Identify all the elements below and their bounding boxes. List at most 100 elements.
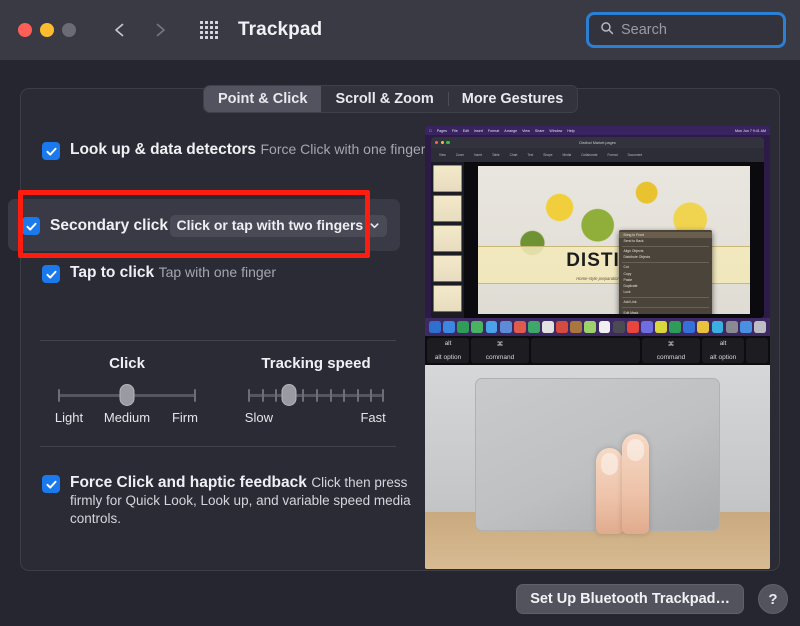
toolbar-item: Document <box>627 153 643 157</box>
setting-title-force-click: Force Click and haptic feedback <box>70 474 307 491</box>
preview-menu-bar:  Pages File Edit Insert Format Arrange … <box>425 126 770 135</box>
gesture-preview-video[interactable]:  Pages File Edit Insert Format Arrange … <box>425 126 770 569</box>
preview-window-title-bar: Distinct Market.pages <box>431 137 764 148</box>
slider-scale-tracking-speed: Slow Fast <box>245 410 386 428</box>
search-input[interactable] <box>621 22 775 38</box>
popup-label-secondary-click: Click or tap with two fingers <box>176 217 364 233</box>
setting-text-secondary-click: Secondary click Click or tap with two fi… <box>50 213 388 237</box>
tick <box>356 389 359 402</box>
zoom-button[interactable] <box>62 23 76 37</box>
slider-track-click[interactable] <box>58 384 196 406</box>
checkbox-secondary-click[interactable] <box>22 217 40 235</box>
preview-document-page: DISTINCT Home-style preparations for you… <box>478 166 750 314</box>
preview-trackpad-surface <box>475 378 720 534</box>
tick <box>329 389 332 402</box>
toolbar-item: Media <box>562 153 572 157</box>
help-button[interactable]: ? <box>758 584 788 614</box>
menu-item: Edit <box>460 128 469 133</box>
toolbar-item: Format <box>607 153 618 157</box>
setting-row-force-click[interactable]: Force Click and haptic feedback Click th… <box>20 473 412 528</box>
popup-look-up[interactable]: Force Click with one finger <box>260 141 441 157</box>
menu-item: File <box>449 128 458 133</box>
tab-bar: Point & Click Scroll & Zoom More Gesture… <box>203 85 579 113</box>
tick <box>316 389 318 402</box>
slider-track-tracking-speed[interactable] <box>248 384 384 406</box>
popup-secondary-click[interactable]: Click or tap with two fingers <box>169 215 388 237</box>
tick <box>382 389 384 402</box>
slider-scale-click: Light Medium Firm <box>55 410 198 428</box>
preview-document-canvas: DISTINCT Home-style preparations for you… <box>464 162 764 318</box>
toolbar-item: Table <box>492 153 500 157</box>
show-all-grid-icon[interactable] <box>198 19 220 41</box>
key-arrow <box>746 338 768 363</box>
tab-more-gestures[interactable]: More Gestures <box>447 86 578 112</box>
toolbar-item: Shape <box>543 153 553 157</box>
preview-laptop-deck <box>425 365 770 569</box>
setting-text-tap-to-click: Tap to click Tap with one finger <box>70 263 276 282</box>
setting-title-look-up: Look up & data detectors <box>70 141 257 158</box>
back-chevron-icon[interactable] <box>112 22 128 38</box>
close-button[interactable] <box>18 23 32 37</box>
slider-label-tracking-speed: Tracking speed <box>261 355 371 372</box>
context-menu-item: Send to Back <box>623 238 644 243</box>
navigation-buttons <box>112 22 168 38</box>
preview-context-menu: Bring to Front Send to Back Align Object… <box>619 229 712 314</box>
setting-row-look-up[interactable]: Look up & data detectors Force Click wit… <box>20 140 441 160</box>
page-thumbnail <box>433 165 462 192</box>
tick <box>261 389 264 402</box>
key-command-right: ⌘ command <box>642 338 700 363</box>
title-bar: Trackpad <box>0 0 800 60</box>
preview-document-title: Distinct Market.pages <box>579 140 616 145</box>
menu-item: Arrange <box>501 128 517 133</box>
toolbar-item: Zoom <box>455 153 465 157</box>
context-menu-item: Lock <box>623 290 631 295</box>
toolbar-item: Collaborate <box>581 153 598 157</box>
search-field[interactable] <box>586 12 786 48</box>
trackpad-preferences-window: Trackpad Point & Click Scroll & Zoom Mor… <box>0 0 800 626</box>
separator-2 <box>40 446 396 447</box>
preview-traffic-lights <box>435 140 450 145</box>
checkbox-look-up[interactable] <box>42 142 60 160</box>
slider-thumb-tracking-speed[interactable] <box>281 384 297 406</box>
toolbar-item: Insert <box>474 153 482 157</box>
key-option-right: alt alt option <box>702 338 744 363</box>
tab-scroll-and-zoom[interactable]: Scroll & Zoom <box>321 86 447 112</box>
setting-row-tap-to-click[interactable]: Tap to click Tap with one finger <box>20 263 412 283</box>
page-thumbnail <box>433 255 462 282</box>
tick <box>248 389 250 402</box>
set-up-bluetooth-trackpad-button[interactable]: Set Up Bluetooth Trackpad… <box>516 584 744 614</box>
context-menu-item: Distribute Objects <box>623 255 651 260</box>
menu-item: Format <box>485 128 499 133</box>
toolbar-item: View <box>439 153 446 157</box>
key-command-left: ⌘ command <box>471 338 529 363</box>
checkbox-force-click[interactable] <box>42 475 60 493</box>
slider-thumb-click[interactable] <box>119 384 135 406</box>
preview-pages-window: Distinct Market.pages View Zoom Insert T… <box>431 137 764 318</box>
finger-middle <box>622 434 649 534</box>
setting-row-secondary-click[interactable]: Secondary click Click or tap with two fi… <box>8 199 400 251</box>
setting-text-look-up: Look up & data detectors Force Click wit… <box>70 140 441 159</box>
toolbar-item: Chart <box>509 153 518 157</box>
minimize-button[interactable] <box>40 23 54 37</box>
forward-chevron-icon[interactable] <box>152 22 168 38</box>
context-menu-item: Edit Mask <box>623 310 639 314</box>
tick <box>275 389 278 402</box>
preview-keyboard-row: alt alt option ⌘ command ⌘ command alt alt o… <box>425 336 770 365</box>
checkbox-tap-to-click[interactable] <box>42 265 60 283</box>
slider-tick-label-fast: Fast <box>360 410 386 425</box>
setting-title-secondary-click: Secondary click <box>50 217 169 234</box>
slider-label-click: Click <box>109 355 145 372</box>
menu-item: Window <box>546 128 562 133</box>
traffic-lights <box>18 23 76 37</box>
menu-item: Help <box>564 128 574 133</box>
separator-1 <box>40 340 396 341</box>
key-space <box>531 338 640 363</box>
slider-tick-label-medium: Medium <box>103 410 151 425</box>
context-menu-item: Add Link <box>623 300 637 305</box>
toolbar-item: Text <box>527 153 534 157</box>
page-title: Trackpad <box>238 19 323 40</box>
popup-label-look-up: Force Click with one finger <box>260 141 426 157</box>
key-option-left: alt alt option <box>427 338 469 363</box>
tab-point-and-click[interactable]: Point & Click <box>204 86 322 112</box>
tick <box>58 389 60 402</box>
